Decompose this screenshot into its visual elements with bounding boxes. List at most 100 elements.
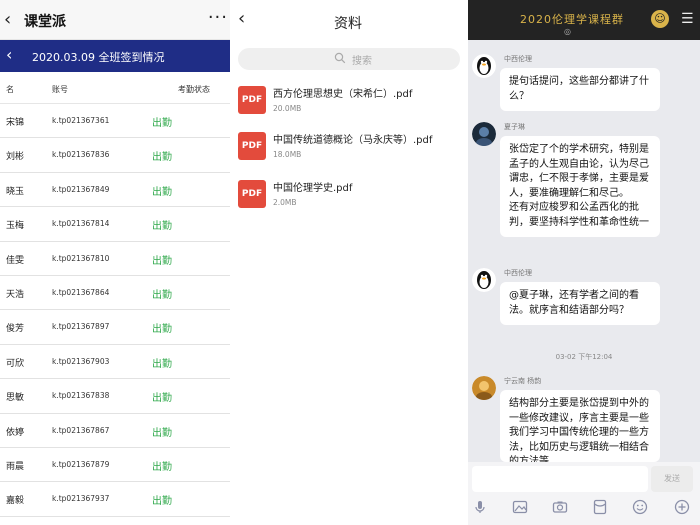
microphone-icon[interactable]: [472, 499, 488, 515]
chat-input-bar: 发送: [468, 462, 700, 525]
table-row[interactable]: 思敏 k.tp021367838 出勤: [0, 379, 230, 414]
search-input[interactable]: 搜索: [238, 48, 460, 70]
student-name: 晓玉: [6, 186, 25, 197]
attendance-status: 出勤: [152, 393, 172, 405]
student-name: 俊芳: [6, 324, 25, 335]
materials-panel: ‹ 资料 搜索 PDF 西方伦理思想史（宋希仁）.pdf 20.0MB PDF …: [230, 0, 466, 525]
student-name: 嘉毅: [6, 496, 25, 507]
menu-icon[interactable]: ☰: [681, 11, 694, 27]
file-name: 西方伦理思想史（宋希仁）.pdf: [273, 89, 413, 100]
table-header: 名 账号 考勤状态: [0, 72, 230, 104]
table-row[interactable]: 宋锦 k.tp021367361 出勤: [0, 104, 230, 139]
student-account: k.tp021367897: [52, 322, 110, 332]
table-row[interactable]: 晓玉 k.tp021367849 出勤: [0, 173, 230, 208]
red-packet-icon[interactable]: [592, 499, 608, 515]
message-bubble[interactable]: @夏子琳，还有学者之间的看法。就序言和结语部分吗？: [500, 282, 660, 325]
attendance-status: 出勤: [152, 289, 172, 301]
table-row[interactable]: 玉梅 k.tp021367814 出勤: [0, 207, 230, 242]
student-name: 依婷: [6, 427, 25, 438]
chat-header: 2020伦理学课程群 ◎ ☺ ☰: [468, 0, 700, 40]
attendance-status: 出勤: [152, 152, 172, 164]
table-row[interactable]: 刘彬 k.tp021367836 出勤: [0, 138, 230, 173]
student-account: k.tp021367879: [52, 459, 110, 469]
attendance-status: 出勤: [152, 496, 172, 508]
banner-title: 2020.03.09 全班签到情况: [32, 51, 165, 64]
student-name: 宋锦: [6, 118, 25, 128]
time-divider: 03-02 下午12:04: [555, 353, 613, 361]
attendance-status: 出勤: [152, 461, 172, 473]
file-size: 20.0MB: [273, 104, 302, 113]
penguin-avatar-icon[interactable]: [472, 54, 496, 78]
penguin-avatar-icon[interactable]: [472, 268, 496, 292]
table-row[interactable]: 雨晨 k.tp021367879 出勤: [0, 448, 230, 483]
user-avatar-icon[interactable]: [472, 376, 496, 400]
student-account: k.tp021367867: [52, 425, 110, 435]
user-avatar-icon[interactable]: [472, 122, 496, 146]
file-name: 中国传统道德概论（马永庆等）.pdf: [273, 135, 433, 146]
message-bubble[interactable]: 张岱定了个的学术研究，特别是孟子的人生观自由论，认为尽己谓忠，仁不限于孝悌，主要…: [500, 136, 660, 237]
page-title: 资料: [334, 16, 362, 32]
sender-name: 中西伦理: [504, 55, 532, 63]
student-name: 天浩: [6, 289, 25, 300]
plus-icon[interactable]: [674, 499, 690, 515]
attendance-status: 出勤: [152, 324, 172, 336]
back-icon[interactable]: ‹: [4, 9, 11, 30]
file-size: 2.0MB: [273, 198, 297, 207]
banner-back-icon[interactable]: ‹: [6, 45, 12, 64]
table-row[interactable]: 俊芳 k.tp021367897 出勤: [0, 310, 230, 345]
attendance-status: 出勤: [152, 427, 172, 439]
file-name: 中国伦理学史.pdf: [273, 183, 353, 194]
materials-header: ‹ 资料: [230, 0, 466, 40]
attendance-status: 出勤: [152, 255, 172, 267]
image-icon[interactable]: [512, 499, 528, 515]
file-item[interactable]: PDF 西方伦理思想史（宋希仁）.pdf 20.0MB: [230, 80, 466, 132]
student-account: k.tp021367864: [52, 287, 110, 297]
message-bubble[interactable]: 提句话提问，这些部分都讲了什么？: [500, 68, 660, 111]
search-icon: [334, 52, 346, 64]
table-row[interactable]: 依婷 k.tp021367867 出勤: [0, 414, 230, 448]
search-placeholder: 搜索: [352, 56, 372, 67]
table-row[interactable]: 可欣 k.tp021367903 出勤: [0, 345, 230, 380]
attendance-panel: ‹ 课堂派 ··· ‹ 2020.03.09 全班签到情况 名 账号 考勤状态 …: [0, 0, 230, 525]
send-button[interactable]: 发送: [651, 466, 693, 492]
group-icon[interactable]: ☺: [651, 10, 669, 28]
table-row[interactable]: 佳雯 k.tp021367810 出勤: [0, 242, 230, 276]
sender-name: 宁云南 杨韵: [504, 377, 542, 385]
col-status: 考勤状态: [178, 85, 210, 94]
col-account: 账号: [52, 85, 68, 94]
more-icon[interactable]: ···: [208, 7, 228, 28]
student-account: k.tp021367937: [52, 494, 110, 504]
pdf-file-icon: PDF: [238, 86, 266, 114]
camera-icon[interactable]: [552, 499, 568, 515]
message-bubble[interactable]: 结构部分主要是张岱提到中外的一些修改建议，序言主要是一些我们学习中国传统伦理的一…: [500, 390, 660, 462]
student-name: 佳雯: [6, 255, 25, 266]
file-item[interactable]: PDF 中国伦理学史.pdf 2.0MB: [230, 174, 466, 226]
chat-panel: 2020伦理学课程群 ◎ ☺ ☰ 中西伦理 提句话提问，这些部分都讲了什么？ 夏…: [468, 0, 700, 525]
emoji-icon[interactable]: [632, 499, 648, 515]
message-input[interactable]: [472, 466, 648, 492]
attendance-status: 出勤: [152, 118, 172, 129]
student-name: 雨晨: [6, 461, 25, 472]
table-row[interactable]: 嘉毅 k.tp021367937 出勤: [0, 482, 230, 517]
student-account: k.tp021367838: [52, 391, 110, 401]
file-size: 18.0MB: [273, 150, 302, 159]
student-name: 思敏: [6, 393, 25, 404]
table-row[interactable]: 天浩 k.tp021367864 出勤: [0, 276, 230, 311]
student-account: k.tp021367903: [52, 356, 110, 366]
attendance-rows: 宋锦 k.tp021367361 出勤 刘彬 k.tp021367836 出勤 晓玉 k.…: [0, 104, 230, 517]
student-account: k.tp021367810: [52, 253, 110, 263]
sender-name: 夏子琳: [504, 123, 525, 131]
student-name: 可欣: [6, 358, 25, 369]
attendance-status: 出勤: [152, 186, 172, 198]
attendance-banner: ‹ 2020.03.09 全班签到情况: [0, 40, 230, 72]
student-name: 刘彬: [6, 152, 25, 163]
chat-title: 2020伦理学课程群: [520, 13, 624, 26]
student-name: 玉梅: [6, 221, 25, 232]
attendance-topbar: ‹ 课堂派 ···: [0, 0, 230, 40]
file-item[interactable]: PDF 中国传统道德概论（马永庆等）.pdf 18.0MB: [230, 126, 466, 178]
attendance-status: 出勤: [152, 221, 172, 233]
chat-toolbar: [468, 494, 700, 520]
app-title: 课堂派: [24, 14, 66, 30]
student-account: k.tp021367361: [52, 116, 110, 125]
pdf-file-icon: PDF: [238, 132, 266, 160]
